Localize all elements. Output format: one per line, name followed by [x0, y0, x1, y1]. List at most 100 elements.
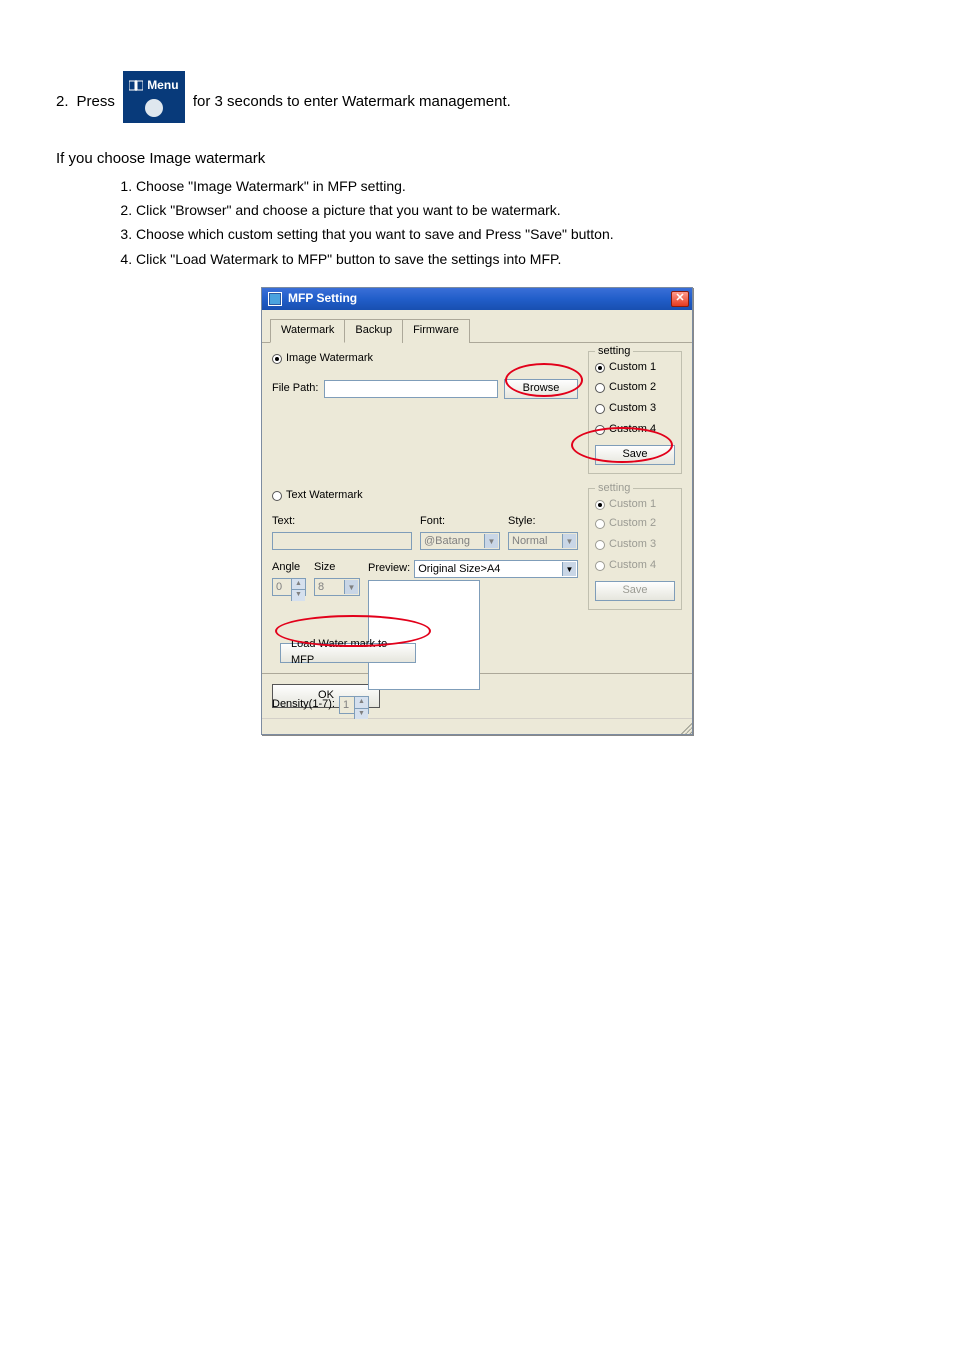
tab-label: Watermark	[281, 324, 334, 336]
angle-label: Angle	[272, 560, 306, 576]
step-2-line: 2. Press Menu for 3 seconds to enter Wat…	[56, 71, 898, 133]
angle-value: 0	[276, 581, 282, 593]
radio-icon	[595, 519, 605, 529]
sub-step: Click "Browser" and choose a picture tha…	[136, 200, 898, 220]
radio-icon	[595, 383, 605, 393]
setting2-option-custom2: Custom 2	[595, 516, 656, 532]
browse-label: Browse	[523, 381, 560, 397]
radio-icon	[595, 404, 605, 414]
status-bar	[262, 718, 692, 734]
text-field-label: Text:	[272, 514, 412, 530]
save-label: Save	[622, 447, 647, 463]
chevron-down-icon: ▼	[344, 580, 358, 594]
browse-button[interactable]: Browse	[504, 379, 578, 399]
close-button[interactable]: ✕	[671, 291, 689, 307]
option-label: Custom 2	[609, 516, 656, 532]
setting-option-custom1[interactable]: Custom 1	[595, 360, 656, 376]
mfp-setting-window-wrap: MFP Setting ✕ Watermark Backup Firmware	[261, 287, 693, 735]
text-watermark-label: Text Watermark	[286, 488, 363, 504]
image-watermark-label: Image Watermark	[286, 351, 373, 367]
sub-step: Click "Load Watermark to MFP" button to …	[136, 249, 898, 269]
original-size-combo[interactable]: Original Size>A4 ▼	[414, 560, 578, 578]
option-label: Custom 4	[609, 422, 656, 438]
tab-firmware[interactable]: Firmware	[402, 319, 470, 343]
angle-spinner[interactable]: 0▲▼	[272, 578, 306, 596]
font-combo[interactable]: @Batang ▼	[420, 532, 500, 550]
text-watermark-radio[interactable]: Text Watermark	[272, 488, 363, 504]
text-setting-group: setting Custom 1 Custom 2 Custom 3 Custo…	[588, 488, 682, 611]
font-value: @Batang	[424, 535, 470, 547]
density-value: 1	[343, 699, 349, 711]
option-label: Custom 3	[609, 537, 656, 553]
chevron-down-icon: ▼	[484, 534, 498, 548]
size-combo[interactable]: 8▼	[314, 578, 360, 596]
radio-checked-icon	[595, 500, 605, 510]
chevron-down-icon: ▼	[562, 534, 576, 548]
style-value: Normal	[512, 535, 547, 547]
tab-strip: Watermark Backup Firmware	[262, 310, 692, 343]
chevron-down-icon: ▼	[562, 562, 576, 576]
save-label: Save	[622, 583, 647, 599]
choose-image-watermark-line: If you choose Image watermark	[56, 148, 898, 170]
close-icon: ✕	[675, 291, 684, 307]
image-setting-group: setting Custom 1 Custom 2 Custom 3 Custo…	[588, 351, 682, 474]
image-watermark-radio[interactable]: Image Watermark	[272, 351, 373, 367]
density-label: Density(1-7):	[272, 697, 335, 713]
option-label: Custom 1	[609, 497, 656, 513]
radio-checked-icon	[272, 354, 282, 364]
size-label: Size	[314, 560, 360, 576]
style-combo[interactable]: Normal ▼	[508, 532, 578, 550]
setting2-option-custom1: Custom 1	[595, 497, 656, 513]
density-spinner[interactable]: 1▲▼	[339, 696, 369, 714]
original-size-value: Original Size>A4	[418, 563, 500, 575]
radio-icon	[595, 425, 605, 435]
mfp-setting-window: MFP Setting ✕ Watermark Backup Firmware	[261, 287, 693, 735]
menu-button-graphic: Menu	[123, 71, 185, 123]
book-icon	[129, 80, 143, 92]
step-number: 2.	[56, 91, 69, 113]
watermark-panel: Image Watermark File Path: Browse settin…	[262, 343, 692, 673]
preview-box	[368, 580, 480, 690]
radio-icon	[595, 540, 605, 550]
spinner-down-icon: ▼	[291, 590, 305, 600]
size-value: 8	[318, 581, 324, 593]
spinner-down-icon: ▼	[354, 709, 368, 719]
setting-legend: setting	[595, 344, 633, 360]
menu-dot-icon	[145, 99, 163, 117]
menu-label: Menu	[147, 77, 178, 94]
setting-option-custom3[interactable]: Custom 3	[595, 401, 656, 417]
resize-grip-icon[interactable]	[678, 720, 692, 734]
app-icon	[268, 292, 282, 306]
setting-legend: setting	[595, 481, 633, 497]
document-page: 2. Press Menu for 3 seconds to enter Wat…	[0, 0, 954, 791]
instructions-block: If you choose Image watermark Choose "Im…	[56, 148, 898, 269]
window-title: MFP Setting	[288, 290, 357, 307]
image-save-button[interactable]: Save	[595, 445, 675, 465]
tab-label: Firmware	[413, 324, 459, 336]
file-path-label: File Path:	[272, 381, 318, 397]
option-label: Custom 1	[609, 360, 656, 376]
font-label: Font:	[420, 514, 500, 530]
option-label: Custom 4	[609, 558, 656, 574]
text-input[interactable]	[272, 532, 412, 550]
spinner-up-icon: ▲	[354, 697, 368, 708]
radio-icon	[595, 561, 605, 571]
radio-checked-icon	[595, 363, 605, 373]
setting2-option-custom3: Custom 3	[595, 537, 656, 553]
option-label: Custom 3	[609, 401, 656, 417]
setting-option-custom2[interactable]: Custom 2	[595, 380, 656, 396]
step-word-press: Press	[77, 91, 115, 113]
option-label: Custom 2	[609, 380, 656, 396]
tab-backup[interactable]: Backup	[344, 319, 403, 343]
load-watermark-label: Load Water mark to MFP	[291, 637, 405, 669]
style-label: Style:	[508, 514, 578, 530]
file-path-input[interactable]	[324, 380, 498, 398]
spinner-up-icon: ▲	[291, 579, 305, 590]
titlebar[interactable]: MFP Setting ✕	[262, 288, 692, 310]
tab-watermark[interactable]: Watermark	[270, 319, 345, 343]
sub-steps-list: Choose "Image Watermark" in MFP setting.…	[136, 176, 898, 269]
setting-option-custom4[interactable]: Custom 4	[595, 422, 656, 438]
setting2-option-custom4: Custom 4	[595, 558, 656, 574]
sub-step: Choose which custom setting that you wan…	[136, 224, 898, 244]
load-watermark-button[interactable]: Load Water mark to MFP	[280, 643, 416, 663]
